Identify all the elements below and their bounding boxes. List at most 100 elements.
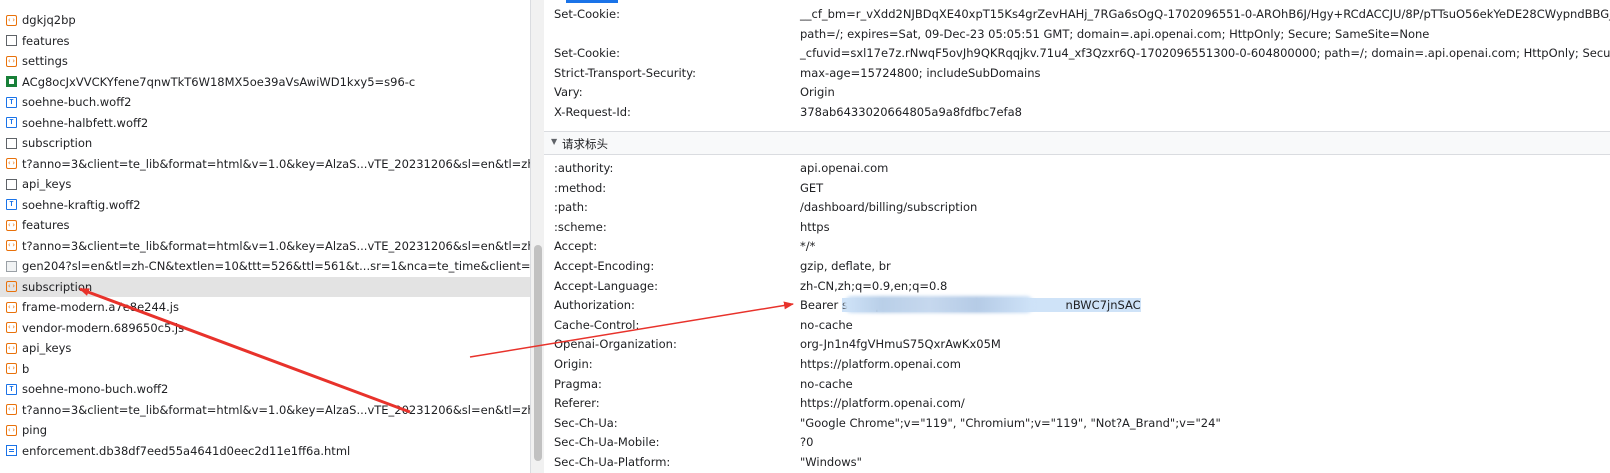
header-value[interactable]: */* [800, 239, 815, 253]
request-row[interactable]: api_keys [0, 174, 530, 194]
header-row: Accept-Language: zh-CN,zh;q=0.9,en;q=0.8 [544, 276, 1610, 296]
header-name: Referer: [554, 396, 600, 411]
header-name: Accept-Language: [554, 278, 658, 293]
request-name: dgkjq2bp [22, 13, 76, 27]
request-name: gen204?sl=en&tl=zh-CN&textlen=10&ttt=526… [22, 259, 530, 273]
header-value[interactable]: GET [800, 181, 823, 195]
request-row[interactable]: ‹› ping [0, 420, 530, 440]
header-row: Sec-Ch-Ua-Platform: "Windows" [544, 452, 1610, 472]
header-value[interactable]: 378ab6433020664805a9a8fdfbc7efa8 [800, 105, 1022, 119]
header-row: :scheme: https [544, 217, 1610, 237]
request-row[interactable]: ACg8ocJxVVCKYfene7qnwTkT6W18MX5oe39aVsAw… [0, 72, 530, 92]
header-row: :authority: api.openai.com [544, 158, 1610, 178]
headers-panel: Set-Cookie: __cf_bm=r_vXdd2NJBDqXE40xpT15… [544, 0, 1610, 473]
request-row[interactable]: Tsoehne-buch.woff2 [0, 92, 530, 112]
header-row: Set-Cookie: __cf_bm=r_vXdd2NJBDqXE40xpT15… [544, 4, 1610, 24]
request-row[interactable]: ‹› frame-modern.a7e8e244.js [0, 297, 530, 317]
document-icon [6, 137, 17, 149]
header-row: Sec-Ch-Ua: "Google Chrome";v="119", "Chro… [544, 413, 1610, 433]
header-name: :method: [554, 180, 607, 195]
xhr-icon: ‹› [6, 219, 17, 231]
request-row[interactable]: ‹› subscription [0, 276, 530, 297]
header-row: X-Request-Id: 378ab6433020664805a9a8fdfbc… [544, 102, 1610, 122]
header-value[interactable]: no-cache [800, 377, 853, 391]
header-name: :scheme: [554, 219, 607, 234]
header-name: Accept: [554, 239, 598, 254]
request-row[interactable]: enforcement.db38df7eed55a4641d0eec2d11e1… [0, 441, 530, 461]
header-value[interactable]: "Windows" [800, 455, 862, 469]
request-row[interactable]: Tsoehne-halbfett.woff2 [0, 113, 530, 133]
header-row: Strict-Transport-Security: max-age=157248… [544, 63, 1610, 83]
request-row[interactable]: ‹› vendor-modern.689650c5.js [0, 318, 530, 338]
request-name: settings [22, 54, 68, 68]
header-value[interactable]: zh-CN,zh;q=0.9,en;q=0.8 [800, 279, 947, 293]
request-row[interactable]: Tsoehne-kraftig.woff2 [0, 195, 530, 215]
header-name: Openai-Organization: [554, 337, 677, 352]
header-value[interactable]: https [800, 220, 830, 234]
header-value[interactable]: https://platform.openai.com/ [800, 396, 965, 410]
font-icon: T [6, 199, 17, 210]
request-name: soehne-halbfett.woff2 [22, 115, 149, 130]
header-name: Sec-Ch-Ua-Platform: [554, 455, 671, 469]
request-row[interactable]: features [0, 31, 530, 51]
header-value[interactable]: __cf_bm=r_vXdd2NJBDqXE40xpT15Ks4grZevHAH… [800, 7, 1610, 21]
request-headers-section[interactable]: ▼ 请求标头 [544, 131, 1610, 155]
header-row: Origin: https://platform.openai.com [544, 354, 1610, 374]
request-list-scrollbar[interactable] [530, 0, 544, 473]
header-value[interactable]: ?0 [800, 435, 813, 449]
header-name: Sec-Ch-Ua: [554, 415, 618, 430]
header-row: Accept-Encoding: gzip, deflate, br [544, 256, 1610, 276]
request-name: api_keys [22, 177, 72, 191]
xhr-icon: ‹› [6, 55, 17, 67]
request-row[interactable]: ‹› features [0, 215, 530, 235]
request-name: soehne-buch.woff2 [22, 95, 132, 109]
header-name: Set-Cookie: [554, 46, 620, 61]
xhr-icon: ‹› [6, 240, 17, 251]
scrollbar-thumb[interactable] [534, 245, 542, 461]
header-name: Accept-Encoding: [554, 259, 655, 273]
header-value[interactable]: path=/; expires=Sat, 09-Dec-23 05:05:51 … [800, 27, 1429, 41]
request-row[interactable]: ‹› t?anno=3&client=te_lib&format=html&v=1… [0, 400, 530, 420]
header-row: path=/; expires=Sat, 09-Dec-23 05:05:51 … [544, 24, 1610, 44]
request-row[interactable]: ‹› b [0, 359, 530, 379]
header-value[interactable]: /dashboard/billing/subscription [800, 200, 977, 214]
header-name: Origin: [554, 357, 593, 371]
font-icon: T [6, 117, 17, 128]
header-value[interactable]: no-cache [800, 318, 853, 332]
header-value[interactable]: api.openai.com [800, 161, 888, 175]
xhr-icon: ‹› [6, 322, 17, 333]
request-row[interactable]: Tsoehne-mono-buch.woff2 [0, 379, 530, 399]
request-name: enforcement.db38df7eed55a4641d0eec2d11e1… [22, 443, 351, 458]
header-row: Referer: https://platform.openai.com/ [544, 393, 1610, 413]
header-name: Strict-Transport-Security: [554, 65, 697, 80]
xhr-icon: ‹› [6, 363, 17, 374]
header-value[interactable]: max-age=15724800; includeSubDomains [800, 66, 1041, 80]
request-row[interactable]: ‹› dgkjq2bp [0, 10, 530, 30]
request-list-panel: ‹› dgkjq2bp features ‹› settings ACg8ocJxVVCK… [0, 0, 530, 473]
header-row: :method: GET [544, 178, 1610, 198]
request-row[interactable]: ‹› settings [0, 51, 530, 71]
request-name: soehne-mono-buch.woff2 [22, 382, 169, 396]
header-value[interactable]: _cfuvid=sxl17e7z.rNwqF5ovJh9QKRqqjkv.71u… [800, 46, 1610, 60]
expand-triangle-icon[interactable]: ▼ [551, 137, 557, 146]
request-row[interactable]: subscription [0, 133, 530, 153]
request-row[interactable]: ‹› t?anno=3&client=te_lib&format=html&v=1… [0, 154, 530, 174]
xhr-icon: ‹› [6, 14, 17, 26]
request-row[interactable]: ‹› t?anno=3&client=te_lib&format=html&v=1… [0, 236, 530, 256]
header-value[interactable]: gzip, deflate, br [800, 259, 891, 273]
request-name: soehne-kraftig.woff2 [22, 197, 141, 212]
header-name: Sec-Ch-Ua-Mobile: [554, 435, 660, 450]
request-row[interactable]: gen204?sl=en&tl=zh-CN&textlen=10&ttt=526… [0, 256, 530, 276]
header-value[interactable]: https://platform.openai.com [800, 357, 961, 371]
request-name: t?anno=3&client=te_lib&format=html&v=1.0… [22, 156, 530, 171]
request-name: vendor-modern.689650c5.js [22, 320, 185, 335]
request-name: features [22, 33, 70, 48]
font-icon: T [6, 96, 17, 108]
request-row[interactable]: ‹› api_keys [0, 338, 530, 358]
header-value[interactable]: "Google Chrome";v="119", "Chromium";v="1… [800, 416, 1221, 430]
header-value[interactable]: Origin [800, 85, 835, 99]
header-value[interactable]: org-Jn1n4fgVHmuS75QxrAwKx05M [800, 337, 1001, 351]
header-name: Set-Cookie: [554, 7, 620, 21]
xhr-icon: ‹› [6, 424, 17, 436]
header-name: Cache-Control: [554, 317, 640, 332]
